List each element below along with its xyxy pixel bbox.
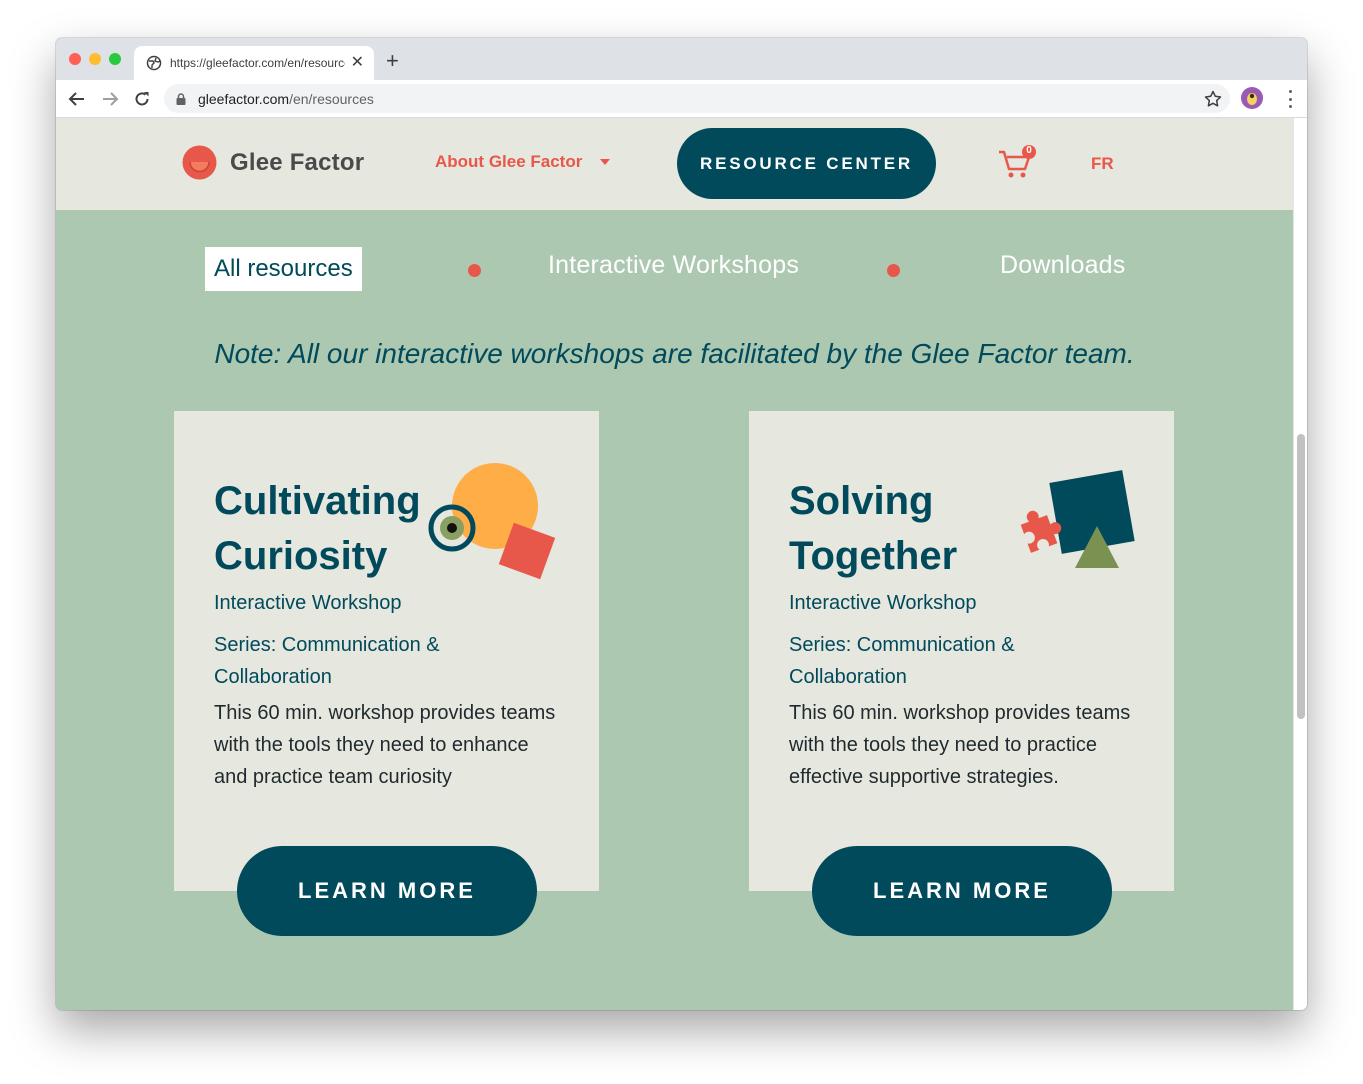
resource-filters: All resources Interactive Workshops Down… (56, 247, 1293, 292)
curiosity-shapes-icon (428, 463, 556, 580)
filter-downloads[interactable]: Downloads (1000, 251, 1125, 280)
avatar-icon (1247, 93, 1257, 105)
card-title: Solving Together (789, 479, 958, 578)
workshop-card-solving-together: Solving Together Interactive Workshop Se… (749, 411, 1174, 891)
maximize-window-button[interactable] (109, 53, 121, 65)
tab-bar: https://gleefactor.com/en/resources ✕ + (56, 38, 1307, 80)
card-description: This 60 min. workshop provides teams wit… (214, 702, 556, 788)
glee-smile-logo-icon (182, 145, 217, 180)
learn-more-button[interactable]: LEARN MORE (812, 846, 1112, 936)
bookmark-star-icon[interactable] (1203, 89, 1223, 109)
logo[interactable]: Glee Factor (182, 145, 364, 180)
about-menu[interactable]: About Glee Factor (435, 152, 611, 172)
browser-window: https://gleefactor.com/en/resources ✕ + … (56, 38, 1307, 1010)
about-menu-label: About Glee Factor (435, 152, 583, 171)
forward-arrow-icon (103, 92, 119, 106)
minimize-window-button[interactable] (89, 53, 101, 65)
reload-icon (135, 92, 149, 106)
cart-count-badge: 0 (1026, 145, 1032, 156)
page-viewport: Glee Factor About Glee Factor RESOURCE C… (56, 118, 1293, 1010)
page-scrollbar[interactable] (1293, 118, 1307, 1010)
globe-icon (146, 55, 162, 71)
facilitation-note: Note: All our interactive workshops are … (214, 338, 1135, 369)
caret-down-icon (600, 159, 611, 165)
filter-interactive-workshops[interactable]: Interactive Workshops (548, 251, 799, 280)
new-tab-button[interactable]: + (386, 50, 399, 72)
url-domain: gleefactor.com (198, 90, 290, 107)
tab-title: https://gleefactor.com/en/resources (170, 56, 345, 70)
back-arrow-icon (68, 92, 84, 106)
card-series: Series: Communication & Collaboration (789, 634, 1015, 688)
card-description: This 60 min. workshop provides teams wit… (789, 702, 1131, 788)
workshop-card-cultivating-curiosity: Cultivating Curiosity Interactive Worksh… (174, 411, 599, 891)
puzzle-shapes-icon (1020, 470, 1135, 568)
cart-button[interactable]: 0 (997, 144, 1037, 182)
separator-dot (468, 264, 481, 277)
browser-menu-icon[interactable] (1289, 90, 1293, 108)
close-tab-icon[interactable]: ✕ (351, 55, 364, 71)
resource-center-button[interactable]: RESOURCE CENTER (677, 128, 936, 199)
scrollbar-thumb[interactable] (1297, 434, 1305, 719)
learn-more-button[interactable]: LEARN MORE (237, 846, 537, 936)
url-path: /en/resources (289, 90, 374, 107)
close-window-button[interactable] (69, 53, 81, 65)
logo-text: Glee Factor (230, 148, 365, 176)
lock-icon (176, 92, 186, 105)
card-series: Series: Communication & Collaboration (214, 634, 440, 688)
profile-avatar[interactable] (1241, 87, 1263, 109)
separator-dot (887, 264, 900, 277)
filter-all-resources[interactable]: All resources (205, 247, 362, 291)
browser-toolbar: gleefactor.com/en/resources (56, 80, 1307, 118)
address-bar[interactable]: gleefactor.com/en/resources (164, 84, 1230, 113)
reload-button[interactable] (131, 88, 153, 110)
forward-button[interactable] (99, 88, 121, 110)
card-type: Interactive Workshop (214, 592, 402, 614)
window-controls (69, 53, 121, 65)
back-button[interactable] (66, 88, 88, 110)
language-switch-fr[interactable]: FR (1091, 154, 1114, 174)
browser-tab[interactable]: https://gleefactor.com/en/resources ✕ (134, 46, 374, 80)
card-type: Interactive Workshop (789, 592, 977, 614)
card-title: Cultivating Curiosity (214, 479, 421, 578)
site-header: Glee Factor About Glee Factor RESOURCE C… (56, 118, 1293, 210)
